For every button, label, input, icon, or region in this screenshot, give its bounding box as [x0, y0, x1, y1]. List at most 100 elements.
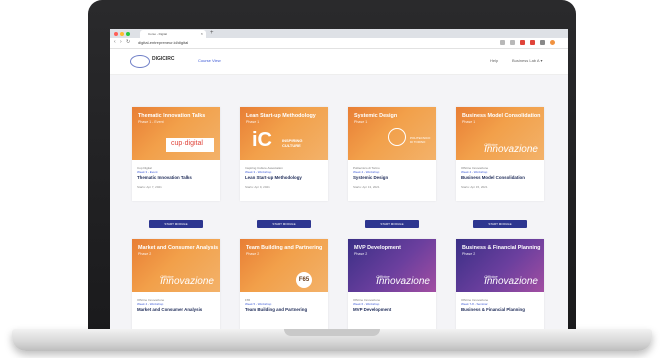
card-title[interactable]: Business & Financial Planning: [461, 307, 539, 313]
thumb-phase: Phase 1: [462, 120, 476, 124]
extension-icon[interactable]: [510, 40, 515, 45]
course-thumbnail: Business & Financial Planning Phase 2 Of…: [456, 239, 544, 292]
inspiring-culture-logo: iC: [252, 129, 272, 151]
course-card[interactable]: Business Model Consolidation Phase 1 Off…: [456, 107, 544, 201]
laptop-notch: [284, 329, 380, 336]
forward-arrow-icon[interactable]: ›: [120, 39, 122, 45]
thumb-phase: Phase 2: [246, 252, 260, 256]
card-title[interactable]: Thematic Innovation Talks: [137, 175, 215, 181]
card-title[interactable]: Business Model Consolidation: [461, 175, 539, 181]
thumb-phase: Phase 1: [354, 120, 368, 124]
tab-title: Corso - Digital: [148, 32, 168, 36]
course-thumbnail: Business Model Consolidation Phase 1 Off…: [456, 107, 544, 160]
card-week: Week 5 - Workshop: [245, 302, 272, 306]
url-field[interactable]: digital-entrepreneur.id/digital: [138, 40, 188, 45]
thumb-title: Business & Financial Planning: [462, 245, 541, 251]
thumb-title: MVP Development: [354, 245, 401, 251]
card-week: Week 4 - Workshop: [353, 170, 380, 174]
officine-innovazione-logo: Officine Innovazione: [484, 142, 538, 155]
card-week: Week 6 - Workshop: [353, 302, 380, 306]
thumb-phase: Phase 1 - Event: [138, 120, 164, 124]
thumb-title: Team Building and Partnering: [246, 245, 323, 251]
browser-tabbar: Corso - Digital × +: [110, 29, 568, 38]
extension-icon[interactable]: [530, 40, 535, 45]
browser-tab[interactable]: Corso - Digital ×: [140, 30, 206, 38]
start-module-button[interactable]: START MODULE: [365, 220, 419, 228]
card-date: Starts: Apr 15, 2021: [461, 185, 488, 189]
course-card[interactable]: Market and Consumer Analysis Phase 2 Off…: [132, 239, 220, 329]
thumb-phase: Phase 1: [246, 120, 260, 124]
card-title[interactable]: Team Building and Partnering: [245, 307, 323, 313]
user-menu-label: Business Lab A: [512, 58, 540, 63]
thumb-title: Lean Start-up Methodology: [246, 113, 316, 119]
card-body: Inspiring Culture Association Week 3 - W…: [240, 160, 328, 201]
site-logo-text: DIGICIRC: [152, 56, 175, 62]
card-body: Officine Innovazione Week 4 - Workshop B…: [456, 160, 544, 201]
thumb-title: Thematic Innovation Talks: [138, 113, 206, 119]
course-card[interactable]: Lean Start-up Methodology Phase 1 iC INS…: [240, 107, 328, 201]
card-body: Cup Digital Week 3 - Event Thematic Inno…: [132, 160, 220, 201]
course-view-link[interactable]: Course View: [198, 58, 221, 63]
tab-close-icon[interactable]: ×: [201, 30, 203, 38]
start-module-button[interactable]: START MODULE: [149, 220, 203, 228]
maximize-window-icon[interactable]: [126, 32, 130, 36]
close-window-icon[interactable]: [114, 32, 118, 36]
card-title[interactable]: Lean Start-up Methodology: [245, 175, 323, 181]
card-week: Week 4 - Workshop: [461, 170, 488, 174]
officine-innovazione-logo: Officine Innovazione: [484, 274, 538, 287]
laptop-screen: Corso - Digital × + ‹ › ↻ digital-entrep…: [110, 29, 568, 329]
course-card[interactable]: Thematic Innovation Talks Phase 1 - Even…: [132, 107, 220, 201]
card-week: Week 3 - Workshop: [245, 170, 272, 174]
minimize-window-icon[interactable]: [120, 32, 124, 36]
address-bar: ‹ › ↻ digital-entrepreneur.id/digital: [110, 38, 568, 49]
profile-avatar-icon[interactable]: [550, 40, 555, 45]
course-thumbnail: Team Building and Partnering Phase 2 F65: [240, 239, 328, 292]
card-body: Politecnico di Torino Week 4 - Workshop …: [348, 160, 436, 201]
extension-icon[interactable]: [540, 40, 545, 45]
partner-logo-icon: [130, 55, 150, 68]
start-module-button[interactable]: START MODULE: [473, 220, 527, 228]
course-thumbnail: Lean Start-up Methodology Phase 1 iC INS…: [240, 107, 328, 160]
help-link[interactable]: Help: [490, 58, 498, 63]
thumb-title: Systemic Design: [354, 113, 398, 119]
card-week: Week 7-8 - Seminar: [461, 302, 488, 306]
site-logo[interactable]: DIGICIRC: [152, 56, 175, 62]
card-body: Officine Innovazione Week 6 - Workshop M…: [348, 292, 436, 329]
politecnico-seal-icon: [388, 128, 406, 146]
extension-icon[interactable]: [520, 40, 525, 45]
cup-digital-logo: cup·digital: [166, 138, 214, 152]
course-card[interactable]: Systemic Design Phase 1 POLITECNICO DI T…: [348, 107, 436, 201]
card-title[interactable]: Systemic Design: [353, 175, 431, 181]
extension-icon[interactable]: [500, 40, 505, 45]
user-menu[interactable]: Business Lab A ▾: [512, 58, 543, 63]
app-header: DIGICIRC Course View Help Business Lab A…: [110, 49, 568, 75]
officine-innovazione-logo: Officine Innovazione: [160, 274, 214, 287]
thumb-phase: Phase 2: [138, 252, 152, 256]
card-week: Week 3 - Event: [137, 170, 158, 174]
reload-icon[interactable]: ↻: [126, 39, 130, 45]
card-body: Officine Innovazione Week 7-8 - Seminar …: [456, 292, 544, 329]
back-arrow-icon[interactable]: ‹: [114, 39, 116, 45]
course-card[interactable]: MVP Development Phase 2 Officine Innovaz…: [348, 239, 436, 329]
course-thumbnail: Systemic Design Phase 1 POLITECNICO DI T…: [348, 107, 436, 160]
f65-logo: F65: [296, 272, 312, 288]
thumb-phase: Phase 2: [462, 252, 476, 256]
new-tab-button[interactable]: +: [210, 29, 214, 38]
card-body: F65 Week 5 - Workshop Team Building and …: [240, 292, 328, 329]
card-title[interactable]: Market and Consumer Analysis: [137, 307, 215, 313]
thumb-title: Market and Consumer Analysis: [138, 245, 219, 251]
card-date: Starts: Apr 9, 2021: [245, 185, 270, 189]
course-card[interactable]: Business & Financial Planning Phase 2 Of…: [456, 239, 544, 329]
inspiring-culture-text: INSPIRING CULTURE: [282, 138, 303, 148]
card-date: Starts: Apr 7, 2021: [137, 185, 162, 189]
start-module-button[interactable]: START MODULE: [257, 220, 311, 228]
officine-innovazione-logo: Officine Innovazione: [376, 274, 430, 287]
card-body: Officine Innovazione Week 4 - Workshop M…: [132, 292, 220, 329]
thumb-title: Business Model Consolidation: [462, 113, 541, 119]
politecnico-text: POLITECNICO DI TORINO: [410, 136, 431, 144]
card-week: Week 4 - Workshop: [137, 302, 164, 306]
thumb-phase: Phase 2: [354, 252, 368, 256]
card-title[interactable]: MVP Development: [353, 307, 431, 313]
chevron-down-icon: ▾: [540, 58, 543, 63]
course-card[interactable]: Team Building and Partnering Phase 2 F65…: [240, 239, 328, 329]
